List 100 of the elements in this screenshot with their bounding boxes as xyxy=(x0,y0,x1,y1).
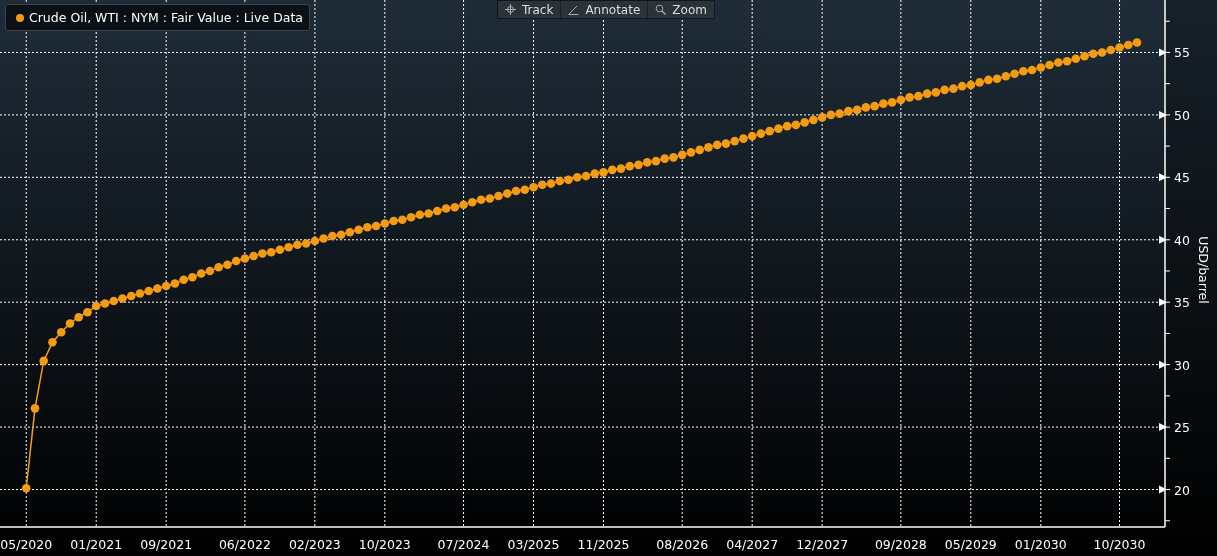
axis-label: 07/2024 xyxy=(437,537,490,552)
data-point xyxy=(896,95,906,105)
axis-label: 01/2021 xyxy=(70,537,123,552)
axis-label: 02/2023 xyxy=(288,537,341,552)
data-point xyxy=(83,307,92,317)
data-point xyxy=(826,110,836,120)
data-point xyxy=(520,185,530,195)
data-point xyxy=(695,145,704,155)
data-point xyxy=(1045,60,1054,70)
data-point xyxy=(677,150,687,160)
data-point xyxy=(686,148,696,157)
data-point xyxy=(30,404,40,413)
axis-label: 04/2027 xyxy=(726,537,779,552)
pencil-icon xyxy=(568,4,580,15)
axis-label: 05/2020 xyxy=(0,537,53,552)
data-point xyxy=(669,153,678,162)
data-point xyxy=(607,165,617,175)
data-point xyxy=(476,195,486,205)
axis-label: 45 xyxy=(1174,170,1190,186)
axis-label: 50 xyxy=(1174,107,1190,123)
data-point xyxy=(468,198,477,207)
data-point xyxy=(485,194,495,203)
axis-label: 40 xyxy=(1174,232,1190,248)
data-point xyxy=(1054,58,1063,67)
data-point xyxy=(284,242,293,252)
data-point xyxy=(809,115,818,125)
data-point xyxy=(424,209,433,218)
data-point xyxy=(914,91,923,101)
data-point xyxy=(135,289,145,298)
data-point xyxy=(870,101,879,111)
data-point xyxy=(1062,56,1072,66)
data-point xyxy=(1027,65,1037,75)
data-point xyxy=(240,254,250,263)
axis-label: 05/2029 xyxy=(944,537,997,552)
data-point xyxy=(459,200,468,210)
zoom-button[interactable]: Zoom xyxy=(648,1,714,18)
data-point xyxy=(258,249,267,258)
data-point xyxy=(1089,49,1098,58)
data-point xyxy=(940,85,949,95)
axis-label: 01/2030 xyxy=(1014,537,1067,552)
annotate-button[interactable]: Annotate xyxy=(561,1,649,18)
data-point xyxy=(975,78,984,87)
data-point xyxy=(861,103,871,112)
data-point xyxy=(1106,45,1116,55)
data-point xyxy=(1010,69,1019,78)
track-button[interactable]: Track xyxy=(498,1,562,18)
data-point xyxy=(634,160,643,170)
data-point xyxy=(39,356,49,366)
data-point xyxy=(782,121,792,131)
data-point xyxy=(363,223,372,232)
data-point xyxy=(1036,63,1046,72)
data-point xyxy=(747,131,757,141)
axis-title: USD/barrel xyxy=(1196,236,1211,304)
data-point xyxy=(389,216,398,226)
data-point xyxy=(616,164,626,173)
data-point xyxy=(433,206,442,216)
data-point xyxy=(126,291,136,301)
data-point xyxy=(205,266,215,276)
data-point xyxy=(109,296,118,306)
data-point xyxy=(188,272,197,282)
data-point xyxy=(56,327,66,337)
data-point xyxy=(1123,40,1133,50)
data-point xyxy=(599,168,608,177)
data-point xyxy=(625,161,635,171)
axis-label: 35 xyxy=(1174,295,1190,311)
axis-label: 09/2028 xyxy=(874,537,927,552)
data-point xyxy=(153,284,162,293)
data-point xyxy=(65,319,75,328)
axis-label: 20 xyxy=(1174,482,1190,498)
data-point xyxy=(852,105,862,115)
data-point xyxy=(100,299,110,308)
data-point xyxy=(949,84,958,93)
data-point xyxy=(354,225,363,235)
data-point xyxy=(721,139,731,148)
axis-label: 06/2022 xyxy=(218,537,271,552)
axis-label: 10/2030 xyxy=(1093,537,1146,552)
data-point xyxy=(1071,54,1081,63)
data-point xyxy=(1132,38,1142,47)
magnifier-icon xyxy=(655,4,667,15)
data-point xyxy=(450,203,460,212)
axis-label: 25 xyxy=(1174,420,1190,436)
data-point xyxy=(572,173,582,182)
data-point xyxy=(503,189,512,198)
data-point xyxy=(1019,66,1028,76)
data-point xyxy=(415,210,425,220)
data-point xyxy=(704,143,713,152)
data-point xyxy=(1115,43,1124,52)
data-point xyxy=(984,75,993,85)
data-point xyxy=(905,93,914,102)
data-point xyxy=(293,240,302,250)
data-point xyxy=(196,269,206,278)
data-point xyxy=(590,169,600,178)
data-point xyxy=(48,337,57,347)
data-point xyxy=(511,186,521,196)
data-point xyxy=(966,80,976,90)
axis-label: 30 xyxy=(1174,357,1190,373)
data-point xyxy=(931,88,941,97)
data-point xyxy=(546,179,556,188)
data-point xyxy=(179,275,188,285)
data-point xyxy=(660,154,669,163)
